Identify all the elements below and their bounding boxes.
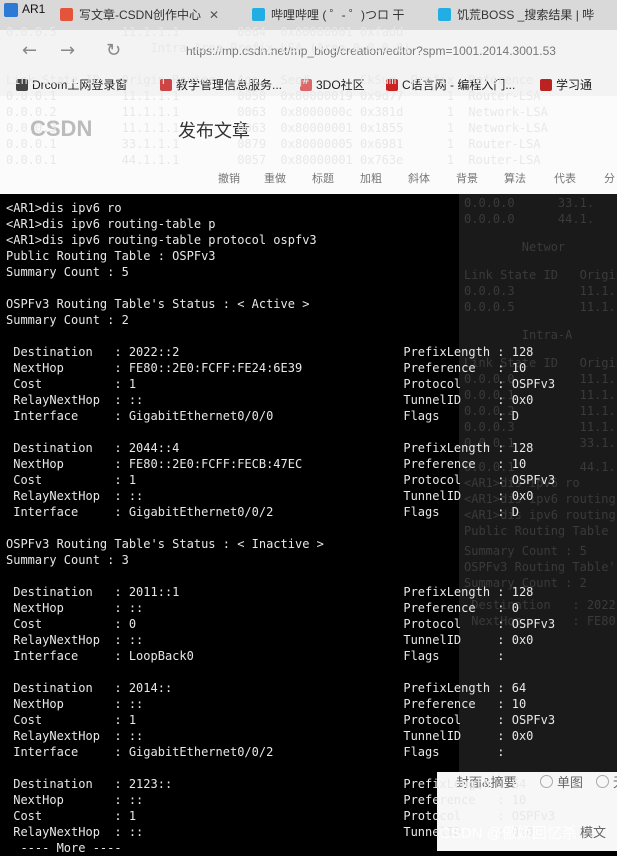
terminal-line: RelayNextHop : :: TunnelID : 0x0 — [6, 489, 534, 503]
terminal-line: Link State ID Origin Router Age Seq# CkS… — [6, 73, 534, 87]
terminal-line: Cost : 1 Protocol : OSPFv3 — [6, 713, 556, 727]
terminal-line: NextHop : :: Preference : 0 — [6, 601, 519, 615]
terminal-line: 0.0.0.5 11.1.1.1 0064 0x80000001 0xfadd — [6, 25, 404, 39]
terminal-line: OSPFv3 Routing Table's Status : < Active… — [6, 297, 310, 311]
terminal-line: 0.0.0.1 44.1.1.1 0057 0x80000001 0x763e … — [6, 153, 541, 167]
terminal-line: RelayNextHop : :: TunnelID : 0x0 — [6, 729, 534, 743]
terminal-line: NextHop : FE80::2E0:FCFF:FE24:6E39 Prefe… — [6, 361, 527, 375]
terminal-line: <AR1>dis ipv6 ro — [6, 201, 122, 215]
terminal-line: NextHop : :: Preference : 10 — [6, 793, 527, 807]
terminal-line: RelayNextHop : :: TunnelID : 0x0 — [6, 393, 534, 407]
terminal-line: Intra-Area-Prefix-LSA (Area 0.0.0.0) — [6, 41, 411, 55]
csdn-watermark: CSDN @傲娇回忆杀 — [440, 825, 577, 842]
terminal-line: OSPFv3 Routing Table's Status : < Inacti… — [6, 537, 324, 551]
terminal-line: Destination : 2044::4 PrefixLength : 128 — [6, 441, 534, 455]
terminal-line: Interface : GigabitEthernet0/0/2 Flags :… — [6, 505, 519, 519]
terminal-line: Summary Count : 3 — [6, 553, 129, 567]
terminal-line: ---- More ---- — [6, 841, 122, 855]
terminal-line: Destination : 2022::2 PrefixLength : 128 — [6, 345, 534, 359]
terminal-line: Cost : 1 Protocol : OSPFv3 — [6, 377, 556, 391]
terminal-line: RelayNextHop : :: TunnelID : 0x0 — [6, 633, 534, 647]
terminal-line: Interface : GigabitEthernet0/0/2 Flags : — [6, 745, 505, 759]
terminal-line: NextHop : FE80::2E0:FCFF:FECB:47EC Prefe… — [6, 457, 527, 471]
terminal-output: 0.0.0.5 11.1.1.1 0064 0x80000001 0xfadd … — [0, 0, 617, 855]
terminal-line: Public Routing Table : OSPFv3 — [6, 249, 216, 263]
terminal-line: Destination : 2123:: PrefixLength : 64 — [6, 777, 527, 791]
terminal-line: 0.0.0.1 11.1.1.1 0058 0x80000019 0x9d77 … — [6, 89, 541, 103]
terminal-line: 0.0.0.1 33.1.1.1 0879 0x80000005 0x6981 … — [6, 137, 541, 151]
terminal-line: 0.0.0.2 11.1.1.1 0063 0x8000000c 0x381d … — [6, 105, 548, 119]
terminal-line: <AR1>dis ipv6 routing-table protocol osp… — [6, 233, 317, 247]
terminal-line: <AR1>dis ipv6 routing-table p — [6, 217, 216, 231]
terminal-line: Cost : 0 Protocol : OSPFv3 — [6, 617, 556, 631]
terminal-line: Destination : 2011::1 PrefixLength : 128 — [6, 585, 534, 599]
terminal-line: Destination : 2014:: PrefixLength : 64 — [6, 681, 527, 695]
terminal-line: Interface : LoopBack0 Flags : — [6, 649, 505, 663]
terminal-line: Cost : 1 Protocol : OSPFv3 — [6, 473, 556, 487]
terminal-line: NextHop : :: Preference : 10 — [6, 697, 527, 711]
terminal-line: Summary Count : 2 — [6, 313, 129, 327]
terminal-line: Summary Count : 5 — [6, 265, 129, 279]
terminal-line: Interface : GigabitEthernet0/0/0 Flags :… — [6, 409, 519, 423]
terminal-line: 0.0.0.3 11.1.1.1 0063 0x80000001 0x1855 … — [6, 121, 548, 135]
